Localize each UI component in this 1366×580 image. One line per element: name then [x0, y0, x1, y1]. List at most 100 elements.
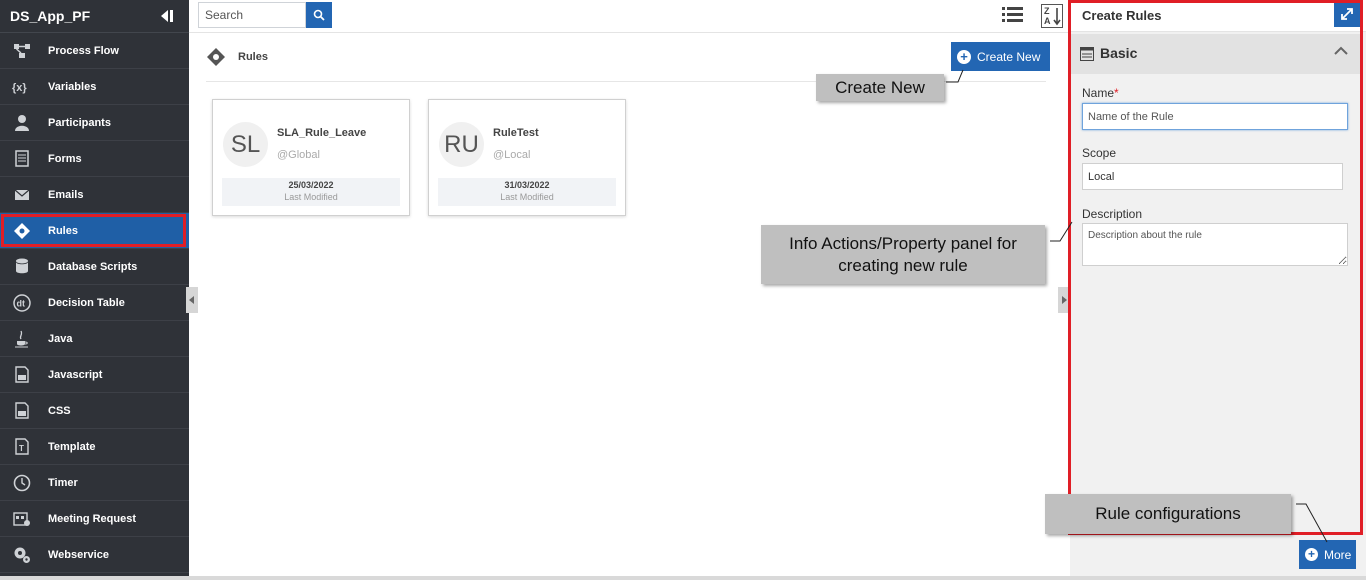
rule-name: RuleTest	[493, 127, 539, 139]
list-view-button[interactable]	[1002, 6, 1024, 26]
expand-panel-button[interactable]	[1334, 0, 1360, 27]
chevron-up-icon	[1334, 46, 1348, 56]
bottom-border	[0, 576, 1366, 580]
section-title: Basic	[1100, 45, 1138, 61]
search-input[interactable]	[198, 2, 306, 28]
toolbar: ZA	[189, 0, 1070, 33]
required-marker: *	[1114, 86, 1119, 100]
sidebar-item-css[interactable]: CSS	[0, 393, 189, 429]
sidebar-item-label: CSS	[48, 404, 71, 417]
sidebar-header: DS_App_PF	[0, 0, 189, 33]
rule-card[interactable]: RU RuleTest @Local 31/03/2022 Last Modif…	[428, 99, 626, 216]
more-button[interactable]: + More	[1299, 540, 1356, 569]
sidebar-item-meeting-request[interactable]: Meeting Request	[0, 501, 189, 537]
sidebar-item-label: Timer	[48, 476, 78, 489]
sidebar-item-java[interactable]: Java	[0, 321, 189, 357]
template-icon: T	[12, 437, 32, 457]
collapse-right-handle[interactable]	[1058, 287, 1070, 313]
sidebar-item-participants[interactable]: Participants	[0, 105, 189, 141]
sidebar-item-database-scripts[interactable]: Database Scripts	[0, 249, 189, 285]
sidebar-item-rules[interactable]: Rules	[0, 213, 189, 249]
name-field[interactable]	[1082, 103, 1348, 130]
sidebar-item-forms[interactable]: Forms	[0, 141, 189, 177]
forms-icon	[12, 149, 32, 169]
sidebar-item-label: Java	[48, 332, 73, 345]
variables-icon: {x}	[12, 77, 32, 97]
meeting-request-icon	[12, 509, 32, 529]
sidebar-item-process-flow[interactable]: Process Flow	[0, 33, 189, 69]
page-title: Rules	[238, 51, 268, 63]
app-title: DS_App_PF	[10, 8, 91, 24]
rule-modified-date: 25/03/2022	[288, 180, 334, 190]
svg-text:A: A	[1044, 16, 1051, 26]
callout-info-panel: Info Actions/Property panel for creating…	[761, 225, 1045, 284]
sort-button[interactable]: ZA	[1041, 4, 1063, 28]
sidebar-item-label: Database Scripts	[48, 260, 138, 273]
collapse-right-icon	[1062, 296, 1067, 304]
plus-icon: +	[957, 49, 971, 64]
timer-icon	[12, 473, 32, 493]
panel-title: Create Rules	[1082, 8, 1162, 23]
description-field[interactable]	[1082, 223, 1348, 266]
description-label: Description	[1082, 207, 1143, 221]
sidebar-item-label: Webservice	[48, 548, 109, 561]
java-icon	[12, 329, 32, 349]
email-icon	[12, 185, 32, 205]
decision-table-icon: dt	[12, 293, 32, 313]
sidebar-item-webservice[interactable]: Webservice	[0, 537, 189, 573]
rules-icon	[206, 47, 226, 67]
basic-section-header[interactable]: Basic	[1070, 34, 1362, 74]
panel-header: Create Rules	[1070, 0, 1366, 32]
svg-text:dt: dt	[17, 298, 26, 308]
rule-card-footer: 31/03/2022 Last Modified	[438, 178, 616, 206]
sidebar-item-label: Template	[48, 440, 96, 453]
sidebar-item-label: Meeting Request	[48, 512, 137, 525]
sidebar: DS_App_PF Process Flow {x} Variables Par…	[0, 0, 189, 580]
process-flow-icon	[12, 41, 32, 61]
rule-name: SLA_Rule_Leave	[277, 127, 367, 139]
sidebar-item-label: Participants	[48, 116, 111, 129]
sidebar-item-emails[interactable]: Emails	[0, 177, 189, 213]
css-icon	[12, 401, 32, 421]
search-button[interactable]	[306, 2, 332, 28]
rules-icon	[12, 221, 32, 241]
sidebar-item-label: Variables	[48, 80, 97, 93]
last-modified-label: Last Modified	[284, 192, 338, 202]
rule-scope: @Local	[493, 149, 531, 161]
sidebar-item-timer[interactable]: Timer	[0, 465, 189, 501]
participants-icon	[12, 113, 32, 133]
name-label: Name*	[1082, 86, 1119, 100]
svg-text:{x}: {x}	[12, 82, 27, 94]
callout-create-new: Create New	[816, 74, 944, 101]
svg-text:T: T	[19, 444, 24, 453]
collapse-left-icon	[189, 296, 194, 304]
collapse-left-handle[interactable]	[186, 287, 198, 313]
plus-icon: +	[1305, 548, 1318, 561]
scope-label: Scope	[1082, 146, 1117, 160]
sidebar-item-label: Decision Table	[48, 296, 125, 309]
rule-card[interactable]: SL SLA_Rule_Leave @Global 25/03/2022 Las…	[212, 99, 410, 216]
sidebar-item-label: Forms	[48, 152, 82, 165]
section-icon	[1080, 47, 1094, 61]
properties-panel: Create Rules Basic Name* Scope Descripti…	[1070, 0, 1366, 580]
collapse-sidebar-icon[interactable]	[157, 7, 175, 25]
sort-alpha-icon: ZA	[1041, 4, 1063, 28]
sidebar-item-label: Javascript	[48, 368, 103, 381]
sidebar-item-variables[interactable]: {x} Variables	[0, 69, 189, 105]
sidebar-item-label: Rules	[48, 224, 78, 237]
search-icon	[313, 9, 325, 21]
svg-text:Z: Z	[1044, 6, 1050, 16]
sidebar-item-javascript[interactable]: Javascript	[0, 357, 189, 393]
rule-avatar: RU	[439, 122, 484, 167]
last-modified-label: Last Modified	[500, 192, 554, 202]
sidebar-item-label: Process Flow	[48, 44, 119, 57]
rule-scope: @Global	[277, 149, 320, 161]
rule-modified-date: 31/03/2022	[504, 180, 550, 190]
rule-avatar: SL	[223, 122, 268, 167]
sidebar-item-template[interactable]: T Template	[0, 429, 189, 465]
rule-card-footer: 25/03/2022 Last Modified	[222, 178, 400, 206]
sidebar-item-decision-table[interactable]: dt Decision Table	[0, 285, 189, 321]
expand-icon	[1341, 7, 1353, 20]
scope-field[interactable]	[1082, 163, 1343, 190]
create-new-button[interactable]: + Create New	[951, 42, 1050, 71]
